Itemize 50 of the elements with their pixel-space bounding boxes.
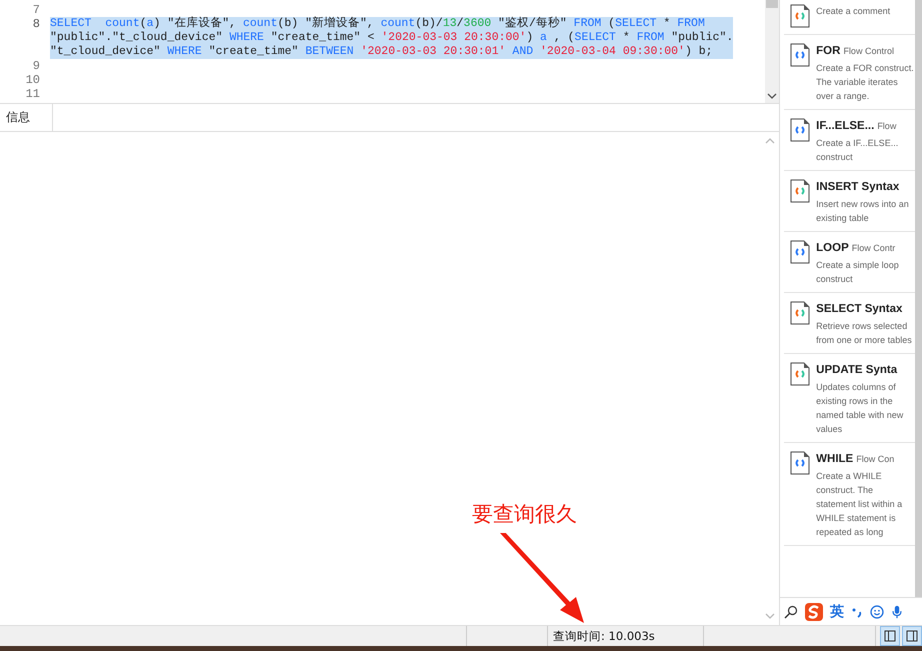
snippet-title: IF...ELSE... xyxy=(816,120,874,132)
layout-button[interactable] xyxy=(902,626,922,646)
snippet-category: Flow Contr xyxy=(852,243,896,253)
scrollbar[interactable] xyxy=(765,0,780,103)
scroll-down-icon[interactable] xyxy=(767,93,778,99)
snippet-title: SELECT Syntax xyxy=(816,303,902,315)
snippet-description: Insert new rows into an existing table xyxy=(816,198,910,225)
code-file-icon xyxy=(790,301,810,325)
annotation-text: 要查询很久 xyxy=(472,501,577,528)
snippet-description: Create a FOR construct. The variable iterates over a range. xyxy=(816,62,915,103)
code-file-icon xyxy=(790,4,810,28)
snippet-description: Create a WHILE construct. The statement list within a WHILE statement is repeated as long xyxy=(816,470,904,539)
code-line: "t_cloud_device" WHERE "create_time" BETWEEN '2020-03-03 20:30:01' AND '2020-03-04 09:30:00') b; xyxy=(50,45,714,59)
code-file-icon xyxy=(790,179,810,203)
snippet-item[interactable]: Create a comment xyxy=(784,0,915,35)
snippet-description: Updates columns of existing rows in the named table with new values xyxy=(816,381,904,436)
panel-layout-icon xyxy=(906,630,918,642)
snippet-item[interactable]: IF...ELSE... Flow Create a IF...ELSE... construct xyxy=(784,110,915,171)
panel-layout-icon xyxy=(884,630,896,642)
code-file-icon xyxy=(790,43,810,67)
snippet-title: FOR xyxy=(816,45,840,57)
snippet-title: UPDATE Synta xyxy=(816,364,898,376)
search-icon[interactable] xyxy=(784,604,798,618)
ime-logo-icon[interactable] xyxy=(804,602,824,622)
snippet-item[interactable]: SELECT Syntax Retrieve rows selected from one or more tables xyxy=(784,293,915,354)
emoji-icon[interactable] xyxy=(870,604,884,618)
layout-button[interactable] xyxy=(880,626,900,646)
snippet-description: Create a comment xyxy=(816,5,892,18)
code-file-icon xyxy=(790,240,810,264)
snippet-item[interactable]: LOOP Flow Contr Create a simple loop construct xyxy=(784,232,915,293)
snippet-title: WHILE xyxy=(816,453,854,465)
snippet-description: Create a IF...ELSE... construct xyxy=(816,137,900,164)
code-line: "public"."t_cloud_device" WHERE "create_time" < '2020-03-03 20:30:00') a , (SELECT * FROM "public". xyxy=(50,31,734,45)
snippet-title: INSERT Syntax xyxy=(816,181,900,193)
scrollbar-thumb[interactable] xyxy=(766,0,778,8)
code-file-icon xyxy=(790,362,810,386)
snippet-category: Flow Control xyxy=(843,46,894,56)
snippet-title: LOOP xyxy=(816,242,849,254)
code-file-icon xyxy=(790,118,810,142)
code-line: SELECT count(a) "在库设备", count(b) "新增设备", count(b)/13/3600 "鉴权/每秒" FROM (SELECT * FROM xyxy=(50,17,706,31)
snippet-description: Retrieve rows selected from one or more tables xyxy=(816,320,913,347)
snippet-category: Flow xyxy=(877,121,896,131)
microphone-icon[interactable] xyxy=(890,604,904,618)
snippet-description: Create a simple loop construct xyxy=(816,259,900,286)
snippet-item[interactable]: INSERT Syntax Insert new rows into an existing table xyxy=(784,171,915,232)
ime-language-toggle[interactable]: 英 xyxy=(830,602,844,620)
code-file-icon xyxy=(790,451,810,475)
scrollbar[interactable] xyxy=(915,0,922,597)
sql-editor[interactable] xyxy=(0,0,780,104)
snippet-category: Flow Con xyxy=(856,454,894,464)
